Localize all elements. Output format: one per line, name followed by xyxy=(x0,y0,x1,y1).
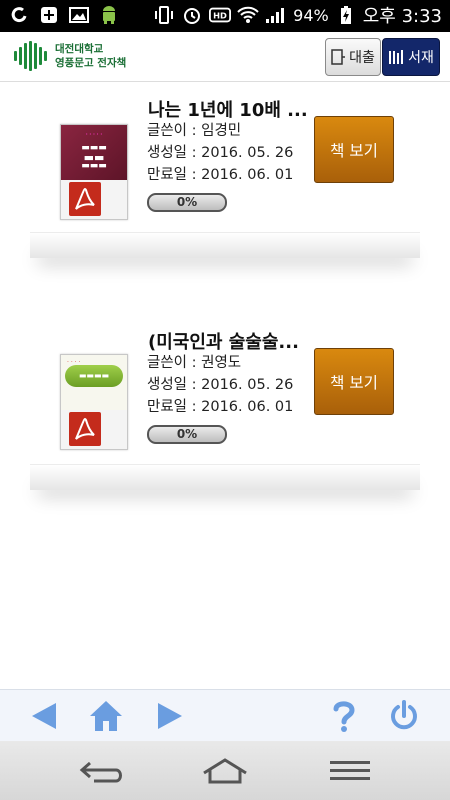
plus-box-icon xyxy=(38,4,60,26)
system-menu-button[interactable] xyxy=(322,754,378,788)
app-notification-icon xyxy=(8,4,30,26)
author-label: 글쓴이 : xyxy=(147,123,202,139)
logo-text: 대전대학교 영풍문고 전자책 xyxy=(55,42,126,70)
power-icon xyxy=(391,700,417,730)
book-cover[interactable]: ▬▬▬▬ · · · · xyxy=(60,354,128,450)
expires-label: 만료일 : xyxy=(147,399,202,415)
home-icon xyxy=(90,701,122,731)
author-value: 임경민 xyxy=(201,123,242,139)
shelf xyxy=(30,464,420,490)
right-arrow-icon xyxy=(158,703,182,729)
reading-progress-badge: 0% xyxy=(147,193,227,212)
author-label: 글쓴이 : xyxy=(147,355,202,371)
created-label: 생성일 : xyxy=(147,145,202,161)
logo-mark-icon xyxy=(14,41,47,71)
book-title[interactable]: 나는 1년에 10배 ... xyxy=(148,96,308,122)
menu-icon xyxy=(330,761,370,780)
cover-art: ▬▬▬▬ · · · · xyxy=(61,355,127,410)
system-nav-bar xyxy=(0,741,450,800)
book-cover[interactable]: · · · · · ▬▬▬ ▬▬ ▬▬▬ xyxy=(60,124,128,220)
library-button-label: 서재 xyxy=(408,50,434,66)
pdf-icon xyxy=(69,181,101,216)
question-icon xyxy=(333,701,355,732)
view-book-button[interactable]: 책 보기 xyxy=(314,116,394,183)
system-home-button[interactable] xyxy=(197,754,253,788)
android-icon xyxy=(98,4,120,26)
expires-value: 2016. 06. 01 xyxy=(201,167,294,183)
library-button[interactable]: 서재 xyxy=(382,38,440,76)
home-outline-icon xyxy=(203,758,247,784)
left-arrow-icon xyxy=(32,703,56,729)
logo-line1: 대전대학교 xyxy=(55,43,104,55)
power-button[interactable] xyxy=(386,698,422,734)
clock: 오후 3:33 xyxy=(362,6,442,27)
help-button[interactable] xyxy=(326,698,362,734)
book-item: ▬▬▬▬ · · · · (미국인과 술술술... 글쓴이 : 권영도 생성일 … xyxy=(0,314,450,534)
book-title[interactable]: (미국인과 술술술... xyxy=(148,328,299,354)
vibrate-icon xyxy=(153,4,175,26)
book-item: · · · · · ▬▬▬ ▬▬ ▬▬▬ 나는 1년에 10배 ... 글쓴이 … xyxy=(0,82,450,302)
bottom-toolbar xyxy=(0,689,450,741)
loan-button[interactable]: 대출 xyxy=(325,38,381,76)
forward-arrow-button[interactable] xyxy=(152,698,188,734)
book-meta: 글쓴이 : 임경민 생성일 : 2016. 05. 26 만료일 : 2016.… xyxy=(147,120,293,186)
reading-progress-badge: 0% xyxy=(147,425,227,444)
expires-value: 2016. 06. 01 xyxy=(201,399,294,415)
battery-charging-icon xyxy=(335,4,357,26)
battery-percent: 94% xyxy=(293,5,329,25)
svg-text:HD: HD xyxy=(213,11,227,21)
created-value: 2016. 05. 26 xyxy=(201,145,294,161)
logo[interactable]: 대전대학교 영풍문고 전자책 xyxy=(14,41,126,71)
created-label: 생성일 : xyxy=(147,377,202,393)
expires-label: 만료일 : xyxy=(147,167,202,183)
hd-icon: HD xyxy=(209,4,232,26)
book-meta: 글쓴이 : 권영도 생성일 : 2016. 05. 26 만료일 : 2016.… xyxy=(147,352,293,418)
image-icon xyxy=(68,4,90,26)
system-back-button[interactable] xyxy=(72,754,128,788)
loan-button-label: 대출 xyxy=(349,50,375,66)
status-bar: HD 94% 오후 3:33 xyxy=(0,0,450,32)
home-button[interactable] xyxy=(88,698,124,734)
wifi-icon xyxy=(237,4,259,26)
bookshelf-icon xyxy=(389,50,404,64)
book-icon xyxy=(331,49,346,65)
created-value: 2016. 05. 26 xyxy=(201,377,294,393)
cover-art: · · · · · ▬▬▬ ▬▬ ▬▬▬ xyxy=(61,125,127,180)
author-value: 권영도 xyxy=(201,355,242,371)
alarm-icon xyxy=(181,4,203,26)
app-header: 대전대학교 영풍문고 전자책 대출 서재 xyxy=(0,32,450,82)
shelf xyxy=(30,232,420,258)
view-book-button[interactable]: 책 보기 xyxy=(314,348,394,415)
logo-line2: 영풍문고 전자책 xyxy=(55,57,127,69)
pdf-icon xyxy=(69,411,101,446)
back-arrow-button[interactable] xyxy=(26,698,62,734)
signal-icon xyxy=(265,4,287,26)
back-icon xyxy=(79,761,122,783)
